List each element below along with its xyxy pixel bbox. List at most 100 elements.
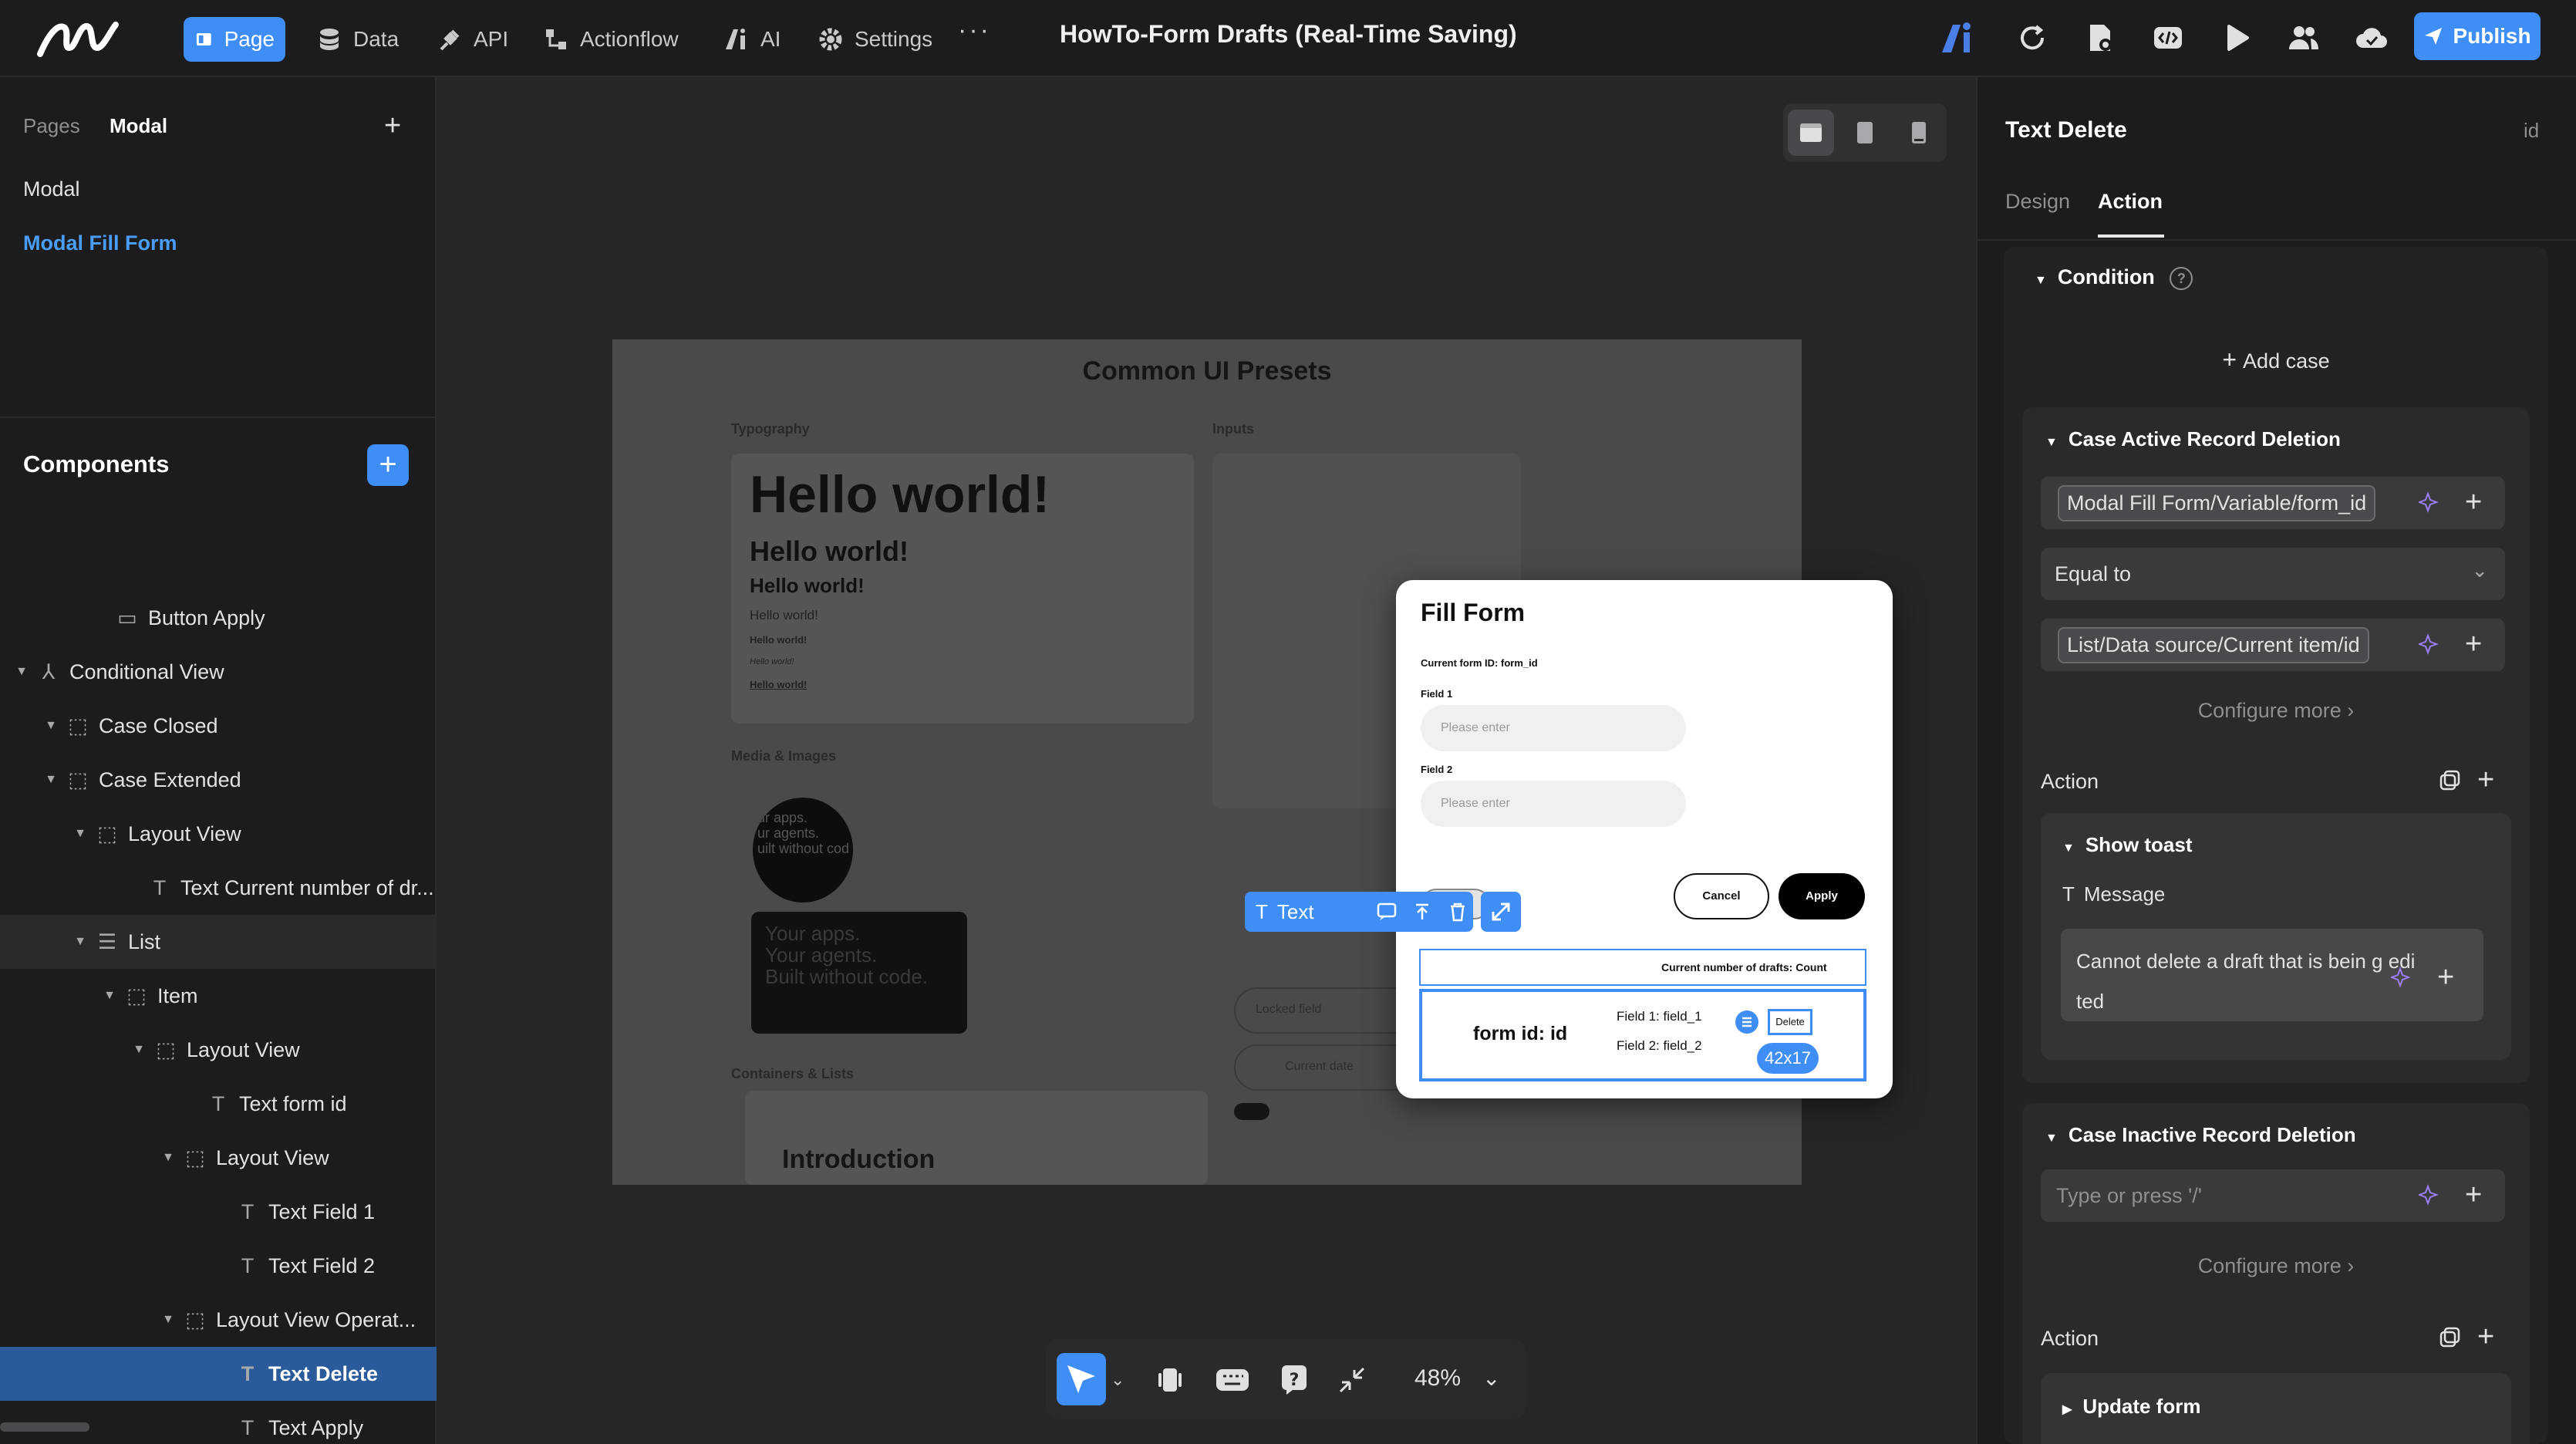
tree-item[interactable]: ▼ ⅄ Conditional View — [0, 645, 437, 699]
case1-header[interactable]: ▼ Case Active Record Deletion — [2045, 427, 2341, 451]
help-icon[interactable]: ? — [1277, 1362, 1311, 1396]
preview-play-icon[interactable] — [2221, 22, 2254, 54]
select-tool-icon[interactable] — [1057, 1353, 1106, 1405]
nav-api[interactable]: API — [426, 17, 519, 62]
tree-item[interactable]: ▼ ⬚ Layout View — [0, 807, 437, 861]
element-id-label[interactable]: id — [2524, 119, 2539, 143]
operator-select[interactable]: Equal to ⌄ — [2041, 548, 2505, 600]
keyboard-icon[interactable] — [1214, 1364, 1251, 1396]
caret-down-icon[interactable]: ▼ — [72, 935, 88, 949]
tree-item[interactable]: T Text form id — [0, 1077, 437, 1131]
tree-item[interactable]: ▼ ⬚ Item — [0, 969, 437, 1023]
condition-header[interactable]: ▼ Condition ? — [2035, 265, 2193, 290]
comment-icon[interactable] — [1376, 901, 1398, 923]
insert-variable-icon[interactable]: + — [2465, 629, 2482, 659]
horizontal-scrollbar[interactable] — [0, 1422, 89, 1432]
cancel-button[interactable]: Cancel — [1674, 873, 1769, 919]
configure-more-link[interactable]: Configure more › — [2022, 1254, 2530, 1278]
ai-sparkle-icon[interactable] — [2419, 633, 2442, 656]
list-item[interactable]: form id: id Field 1: field_1 Field 2: fi… — [1419, 989, 1866, 1081]
copy-action-icon[interactable] — [2437, 1325, 2462, 1350]
field1-input[interactable]: Please enter — [1421, 705, 1686, 751]
page-item-modal[interactable]: Modal — [23, 177, 80, 201]
add-component-button[interactable]: + — [367, 444, 409, 486]
tree-item[interactable]: T Text Delete — [0, 1347, 437, 1401]
insert-variable-icon[interactable]: + — [2465, 1180, 2482, 1210]
case2-header[interactable]: ▼ Case Inactive Record Deletion — [2045, 1123, 2356, 1147]
tree-item[interactable]: ▼ ⬚ Layout View Operat... — [0, 1293, 437, 1347]
insert-variable-icon[interactable]: + — [2437, 963, 2454, 992]
caret-down-icon[interactable]: ▼ — [14, 665, 29, 679]
device-frame-icon[interactable] — [1154, 1364, 1186, 1396]
insert-variable-icon[interactable]: + — [2465, 488, 2482, 517]
tab-pages[interactable]: Pages — [23, 114, 80, 138]
collaborators-icon[interactable] — [2288, 22, 2320, 54]
nav-page[interactable]: Page — [184, 17, 285, 62]
cloud-save-icon[interactable] — [2354, 22, 2389, 54]
refresh-icon[interactable] — [2016, 22, 2048, 54]
field2-input[interactable]: Please enter — [1421, 781, 1686, 827]
caret-down-icon[interactable]: ▼ — [102, 989, 117, 1003]
expand-icon[interactable] — [1481, 892, 1521, 932]
design-canvas[interactable]: Common UI Presets Typography Inputs Hell… — [437, 77, 1976, 1444]
ai-sparkle-icon[interactable] — [2419, 491, 2442, 514]
page-item-modal-fill-form[interactable]: Modal Fill Form — [23, 231, 177, 255]
add-case-button[interactable]: + Add case — [2004, 346, 2548, 374]
text-delete-selected[interactable]: Delete — [1768, 1009, 1812, 1035]
add-action-icon[interactable]: + — [2477, 1322, 2494, 1351]
tree-item[interactable]: ▼ ⬚ Case Closed — [0, 699, 437, 753]
caret-down-icon[interactable]: ▼ — [72, 827, 88, 841]
nav-page-label: Page — [224, 27, 275, 51]
desktop-view-icon[interactable] — [1788, 110, 1834, 156]
tree-item[interactable]: ▼ ⬚ Layout View — [0, 1023, 437, 1077]
caret-down-icon[interactable]: ▼ — [43, 719, 59, 733]
update-form-header[interactable]: ▶ Update form — [2062, 1395, 2200, 1419]
caret-down-icon[interactable]: ▼ — [43, 773, 59, 787]
copy-action-icon[interactable] — [2437, 768, 2462, 793]
tab-modal[interactable]: Modal — [110, 114, 167, 138]
zoom-level[interactable]: 48% — [1414, 1365, 1461, 1392]
nav-actionflow[interactable]: Actionflow — [532, 17, 690, 62]
tab-action[interactable]: Action — [2098, 190, 2163, 214]
ai-sparkle-icon[interactable] — [2419, 1183, 2442, 1206]
code-icon[interactable] — [2152, 22, 2184, 54]
publish-button[interactable]: Publish — [2414, 12, 2541, 60]
add-action-icon[interactable]: + — [2477, 765, 2494, 795]
tree-item[interactable]: T Text Current number of dr... — [0, 861, 437, 915]
tab-design[interactable]: Design — [2005, 190, 2070, 214]
tree-item[interactable]: ▼ ⬚ Case Extended — [0, 753, 437, 807]
page-settings-icon[interactable] — [2084, 22, 2116, 54]
help-circle-icon[interactable]: ? — [2170, 266, 2193, 290]
caret-down-icon: ▼ — [2035, 274, 2047, 287]
show-toast-header[interactable]: ▼ Show toast — [2062, 833, 2193, 857]
tool-chevron-icon[interactable]: ⌄ — [1111, 1370, 1124, 1390]
caret-down-icon[interactable]: ▼ — [160, 1313, 176, 1327]
tree-item[interactable]: ▼ ☰ List — [0, 915, 437, 969]
mobile-view-icon[interactable] — [1896, 110, 1942, 156]
nav-data[interactable]: Data — [305, 17, 410, 62]
more-menu-icon[interactable]: ··· — [958, 15, 991, 46]
delete-trash-icon[interactable] — [1447, 901, 1468, 923]
nav-settings[interactable]: Settings — [807, 17, 943, 62]
tree-item[interactable]: T Text Field 2 — [0, 1239, 437, 1293]
apply-button[interactable]: Apply — [1779, 873, 1865, 919]
add-page-icon[interactable]: + — [384, 111, 401, 140]
tree-item[interactable]: T Text Field 1 — [0, 1185, 437, 1239]
caret-down-icon[interactable]: ▼ — [160, 1151, 176, 1165]
conditional-icon: ⅄ — [42, 660, 56, 683]
caret-down-icon[interactable]: ▼ — [131, 1043, 147, 1057]
tree-item[interactable]: ▭ Button Apply — [0, 591, 437, 645]
configure-more-link[interactable]: Configure more › — [2022, 699, 2530, 723]
nav-ai[interactable]: AI — [713, 17, 791, 62]
tablet-view-icon[interactable] — [1842, 110, 1888, 156]
message-input[interactable]: Cannot delete a draft that is bein g edi… — [2061, 929, 2483, 1021]
tree-item[interactable]: ▼ ⬚ Layout View — [0, 1131, 437, 1185]
list-icon: ☰ — [97, 929, 117, 953]
zoom-chevron-icon[interactable]: ⌄ — [1482, 1365, 1500, 1391]
fit-screen-icon[interactable] — [1336, 1364, 1368, 1396]
app-logo-icon[interactable] — [35, 17, 120, 60]
select-parent-icon[interactable] — [1411, 901, 1433, 923]
drag-handle-icon[interactable] — [1735, 1010, 1758, 1034]
ai-assistant-icon[interactable] — [1940, 22, 1984, 54]
ai-sparkle-icon[interactable] — [2391, 966, 2414, 989]
